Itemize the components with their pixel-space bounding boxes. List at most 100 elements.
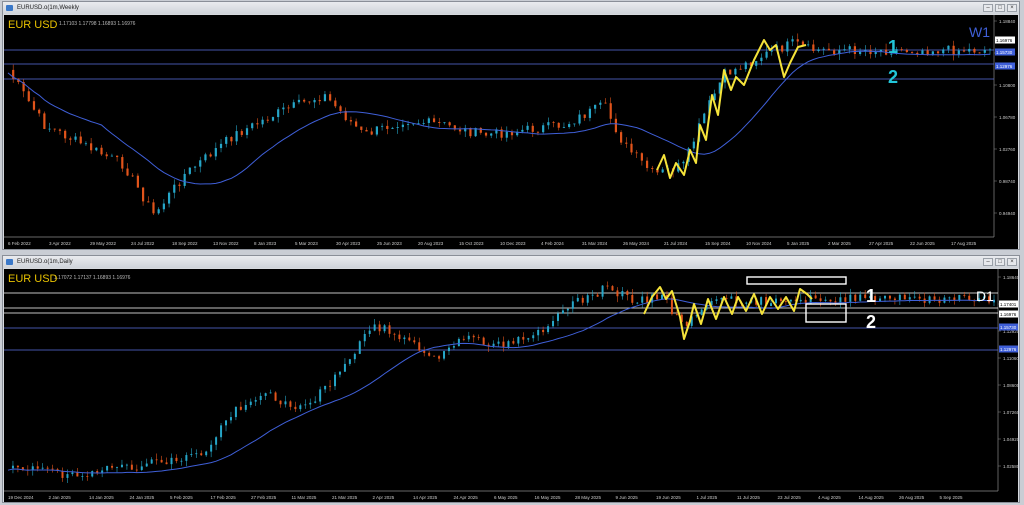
price-tick-label: 1.02760 — [999, 147, 1016, 152]
candle-body — [219, 143, 223, 149]
candle-body — [467, 335, 470, 340]
candle-body — [452, 346, 455, 348]
date-tick-label: 17 Aug 2025 — [951, 241, 977, 246]
close-button[interactable]: × — [1007, 4, 1017, 12]
maximize-button[interactable]: □ — [995, 4, 1005, 12]
candle-body — [609, 103, 612, 119]
candle-body — [675, 314, 678, 315]
date-tick-label: 9 Jun 2025 — [616, 495, 639, 500]
candle-body — [505, 131, 508, 138]
date-tick-label: 28 May 2025 — [575, 495, 602, 500]
candle-body — [282, 107, 285, 110]
candle-body — [299, 405, 302, 410]
candle-body — [918, 296, 921, 299]
candle-body — [271, 117, 275, 121]
candle-body — [497, 341, 500, 344]
weekly-window-titlebar[interactable]: EURUSD.o(1m,Weekly – □ × — [3, 2, 1019, 14]
candle-body — [596, 294, 599, 297]
price-tick-label: 1.07260 — [1003, 410, 1018, 415]
candle-body — [588, 108, 592, 118]
candle-body — [314, 401, 317, 403]
weekly-chart-window[interactable]: EURUSD.o(1m,Weekly – □ × 1.188401.148201… — [2, 1, 1020, 250]
candle-body — [562, 126, 566, 128]
candle-body — [883, 295, 886, 299]
candle-body — [760, 297, 763, 305]
candle-body — [152, 202, 155, 214]
candle-body — [640, 153, 643, 161]
candle-body — [682, 161, 685, 164]
candle-body — [427, 118, 430, 124]
candle-body — [167, 192, 171, 204]
candle-body — [355, 121, 358, 127]
close-button[interactable]: × — [1007, 258, 1017, 266]
candle-body — [106, 465, 109, 471]
date-tick-label: 11 Jul 2025 — [737, 495, 760, 500]
candle-body — [833, 50, 836, 55]
candle-body — [162, 203, 165, 210]
candle-body — [251, 123, 254, 129]
date-tick-label: 13 Nov 2022 — [213, 241, 239, 246]
moving-average-line — [7, 298, 994, 474]
candle-body — [304, 404, 307, 406]
daily-window-titlebar[interactable]: EURUSD.o(1m,Daily – □ × — [3, 256, 1019, 268]
candle-body — [140, 466, 143, 470]
daily-marker-1: 1 — [866, 286, 876, 306]
date-tick-label: 5 Sep 2025 — [940, 495, 964, 500]
candle-body — [819, 298, 822, 301]
candle-body — [349, 120, 353, 122]
candle-body — [910, 52, 914, 53]
candle-body — [936, 51, 940, 54]
candle-body — [38, 109, 41, 114]
candle-body — [670, 297, 673, 315]
candle-body — [630, 143, 633, 153]
daily-ohlc-readout: 1.17072 1.17137 1.16893 1.16976 — [54, 275, 131, 281]
candle-body — [576, 297, 579, 302]
candle-body — [204, 154, 207, 161]
candle-body — [807, 44, 810, 46]
candle-body — [542, 329, 545, 333]
candle-body — [358, 341, 361, 354]
chart-window-icon — [6, 259, 13, 265]
candle-body — [324, 385, 327, 390]
candle-body — [294, 406, 297, 410]
daily-chart-window[interactable]: EURUSD.o(1m,Daily – □ × 1.186401.150601.… — [2, 255, 1020, 503]
candle-body — [556, 313, 559, 321]
candle-body — [968, 295, 971, 301]
weekly-price-chart[interactable]: 1.188401.148201.108001.067801.027600.987… — [4, 15, 1018, 249]
candle-body — [36, 466, 39, 469]
candle-body — [339, 106, 342, 111]
candle-body — [215, 437, 218, 445]
candle-body — [391, 127, 394, 129]
candle-body — [537, 329, 540, 336]
candle-body — [58, 129, 62, 131]
candle-body — [188, 167, 191, 174]
maximize-button[interactable]: □ — [995, 258, 1005, 266]
candle-body — [433, 355, 436, 357]
candle-body — [755, 61, 758, 66]
candle-body — [604, 102, 607, 104]
candle-body — [261, 119, 264, 125]
candle-body — [121, 157, 124, 169]
candle-body — [853, 46, 857, 54]
candle-body — [744, 62, 747, 70]
candle-body — [703, 113, 706, 124]
candle-body — [178, 184, 181, 186]
candle-body — [625, 142, 628, 144]
candle-body — [952, 45, 955, 55]
candle-body — [957, 50, 960, 55]
daily-price-chart[interactable]: 1.186401.150601.129201.110601.086001.072… — [4, 269, 1018, 502]
date-tick-label: 2 Jan 2025 — [49, 495, 72, 500]
candle-body — [287, 107, 290, 109]
candle-body — [48, 128, 51, 130]
price-box-label: 1.12976 — [996, 64, 1013, 69]
candle-body — [438, 356, 441, 359]
candle-body — [586, 295, 589, 303]
date-tick-label: 4 Feb 2024 — [541, 241, 564, 246]
candle-body — [893, 298, 896, 300]
date-tick-label: 29 May 2022 — [90, 241, 117, 246]
minimize-button[interactable]: – — [983, 258, 993, 266]
candle-body — [774, 298, 777, 304]
minimize-button[interactable]: – — [983, 4, 993, 12]
candle-body — [279, 400, 282, 405]
candle-body — [796, 39, 799, 42]
